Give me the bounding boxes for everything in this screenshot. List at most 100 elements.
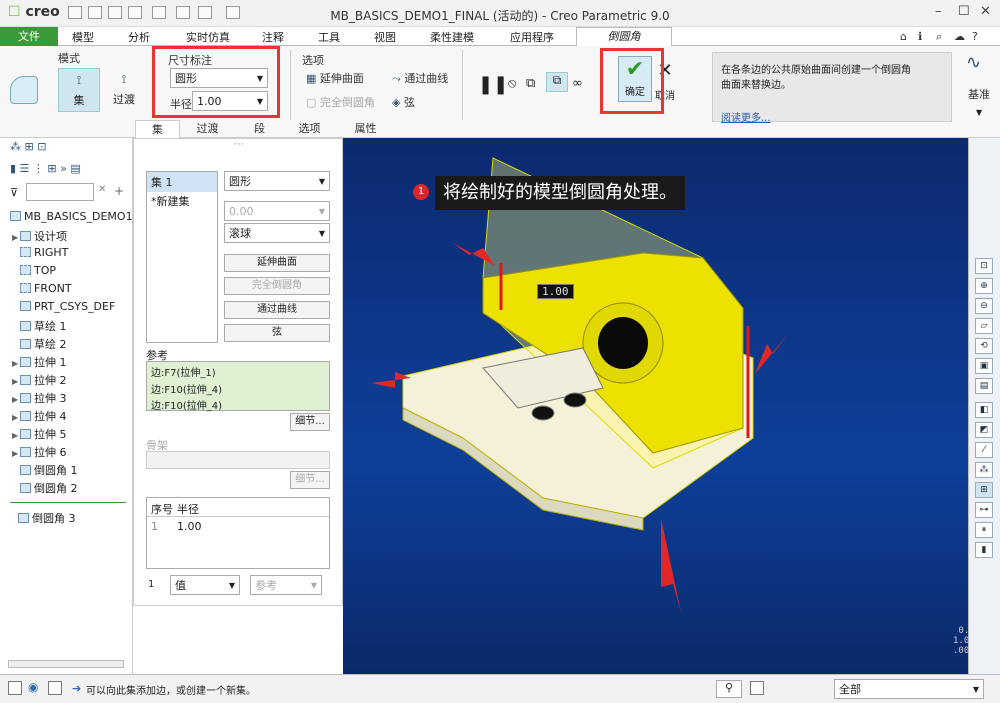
repaint-icon[interactable]: ▱ (975, 318, 993, 334)
fullscreen-icon[interactable] (48, 681, 62, 695)
tree-item-new[interactable]: 倒圆角 3 (18, 510, 76, 526)
radius-table[interactable]: 序号 半径 1 1.00 (146, 497, 330, 569)
menu-apps[interactable]: 应用程序 (510, 29, 554, 45)
attached-preview-icon[interactable]: ⧉ (526, 76, 535, 91)
spin-center-icon[interactable]: ⊶ (975, 502, 993, 518)
tree-item[interactable]: ▶ 拉伸 6 (12, 444, 67, 460)
tab-set[interactable]: 集 (135, 120, 180, 138)
through-curve-button[interactable]: 通过曲线 (224, 301, 330, 319)
pause-animation-icon[interactable]: ⏸ (975, 522, 993, 538)
home-icon[interactable]: ⌂ (900, 30, 907, 43)
stop-icon[interactable]: ▮ (975, 542, 993, 558)
tree-toolbar[interactable]: ▮ ☰ ⋮ ⊞ » ▤ (10, 162, 81, 175)
list-item[interactable]: 边:F10(拉伸_4) (147, 381, 329, 396)
minimize-icon[interactable]: – (935, 4, 942, 19)
datum-label[interactable]: 基准 (968, 86, 990, 102)
tree-scrollbar[interactable] (8, 660, 124, 668)
menu-view[interactable]: 视图 (374, 29, 396, 45)
radius-type-select[interactable]: 值 ▼ (170, 575, 240, 595)
references-list[interactable]: 边:F7(拉伸_1) 边:F10(拉伸_4) 边:F10(拉伸_4) (146, 361, 330, 413)
menu-simulation[interactable]: 实时仿真 (186, 29, 230, 45)
add-icon[interactable]: + (114, 184, 124, 198)
tree-item[interactable]: ▶ 设计项 (12, 228, 67, 244)
tree-item[interactable]: 倒圆角 2 (12, 480, 78, 496)
full-round-button[interactable]: 完全倒圆角 (224, 277, 330, 295)
community-icon[interactable]: ☁ (954, 30, 965, 43)
table-row[interactable]: 1.00 (177, 520, 202, 533)
tree-item[interactable]: 草绘 1 (12, 318, 67, 334)
tree-root[interactable]: MB_BASICS_DEMO1_ (10, 210, 138, 223)
detached-preview-icon[interactable]: ⧉ (546, 72, 568, 92)
annotation-icon[interactable]: ⊞ (975, 482, 993, 498)
shape-select-panel[interactable]: 圆形 ▼ (224, 171, 330, 191)
display-style-icon[interactable]: ▣ (975, 358, 993, 374)
browser-icon[interactable]: ◉ (28, 680, 38, 694)
axes-icon[interactable]: ⁂ (975, 462, 993, 478)
refit-icon[interactable]: ⊡ (975, 258, 993, 274)
orient-icon[interactable]: ⟲ (975, 338, 993, 354)
list-item[interactable]: *新建集 (147, 192, 217, 210)
rolling-ball-select[interactable]: 滚球 ▼ (224, 223, 330, 243)
menu-tools[interactable]: 工具 (318, 29, 340, 45)
skeleton-field[interactable] (146, 451, 330, 469)
reference-select[interactable]: 参考 ▼ (250, 575, 322, 595)
read-more-link[interactable]: 阅读更多... (721, 109, 771, 124)
tree-item[interactable]: ▶ 拉伸 2 (12, 372, 67, 388)
chord-option[interactable]: ◈ 弦 (392, 94, 415, 110)
pause-icon[interactable]: ❚❚ (478, 74, 508, 95)
menu-file[interactable]: 文件 (0, 27, 58, 46)
extend-surface-option[interactable]: ▦ 延伸曲面 (306, 70, 364, 86)
tree-item[interactable]: ▶ 拉伸 5 (12, 426, 67, 442)
tree-item[interactable]: 倒圆角 1 (12, 462, 78, 478)
model-tree-tab-icon[interactable]: ⁂ ⊞ ⊡ (10, 140, 46, 153)
details-button-2[interactable]: 细节... (290, 471, 330, 489)
tab-round[interactable]: 倒圆角 (576, 27, 672, 47)
extend-surface-button[interactable]: 延伸曲面 (224, 254, 330, 272)
filter-select[interactable]: 全部 ▼ (834, 679, 984, 699)
datum-display-icon[interactable]: ⁄ (975, 442, 993, 458)
set-list[interactable]: 集 1 *新建集 (146, 171, 218, 343)
tab-transition[interactable]: 过渡 (185, 120, 230, 138)
graphics-viewport[interactable]: 1.00 1 将绘制好的模型倒圆角处理。 0.11.01.0015 (343, 138, 975, 674)
tree-item[interactable]: ▶ 拉伸 4 (12, 408, 67, 424)
info-icon[interactable]: ℹ (918, 30, 922, 43)
no-preview-icon[interactable]: ⦸ (508, 76, 516, 91)
tree-item[interactable]: RIGHT (12, 246, 68, 259)
menu-analysis[interactable]: 分析 (128, 29, 150, 45)
tree-item[interactable]: ▶ 拉伸 1 (12, 354, 67, 370)
tree-item[interactable]: TOP (12, 264, 56, 277)
chevron-down-icon[interactable]: ▼ (976, 108, 982, 117)
clear-icon[interactable]: ✕ (98, 184, 106, 195)
selection-tool-icon[interactable]: ⚲ (716, 680, 742, 698)
tab-segment[interactable]: 段 (237, 120, 282, 138)
close-icon[interactable]: ✕ (980, 4, 991, 19)
zoom-out-icon[interactable]: ⊖ (975, 298, 993, 314)
section-icon[interactable]: ◧ (975, 402, 993, 418)
menu-flexible[interactable]: 柔性建模 (430, 29, 474, 45)
full-round-option[interactable]: ▢ 完全倒圆角 (306, 94, 375, 110)
list-item[interactable]: 边:F7(拉伸_1) (147, 362, 329, 381)
mode-set-button[interactable]: ⟟ 集 (58, 68, 100, 112)
dimension-tag[interactable]: 1.00 (537, 284, 574, 299)
maximize-icon[interactable]: ☐ (958, 4, 970, 19)
model-3d[interactable] (343, 138, 968, 674)
menu-model[interactable]: 模型 (72, 29, 94, 45)
tree-item[interactable]: 草绘 2 (12, 336, 67, 352)
filter-icon[interactable]: ⊽ (10, 186, 18, 199)
datum-icon[interactable]: ∿ (966, 52, 981, 73)
mode-transition-button[interactable]: ⟟ 过渡 (104, 68, 144, 112)
search-icon[interactable]: ⌕ (936, 30, 942, 44)
tree-item[interactable]: FRONT (12, 282, 72, 295)
verify-icon[interactable]: ∞ (572, 76, 583, 91)
list-item[interactable]: 集 1 (147, 172, 217, 192)
tree-item[interactable]: ▶ 拉伸 3 (12, 390, 67, 406)
help-icon[interactable]: ? (972, 30, 978, 43)
chord-button[interactable]: 弦 (224, 324, 330, 342)
zoom-in-icon[interactable]: ⊕ (975, 278, 993, 294)
value-select[interactable]: 0.00 ▼ (224, 201, 330, 221)
through-curve-option[interactable]: ⤳ 通过曲线 (392, 70, 448, 86)
tree-item[interactable]: PRT_CSYS_DEF (12, 300, 115, 313)
list-item[interactable]: 边:F10(拉伸_4) (147, 396, 329, 413)
layout-icon[interactable] (8, 681, 22, 695)
details-button[interactable]: 细节... (290, 413, 330, 431)
